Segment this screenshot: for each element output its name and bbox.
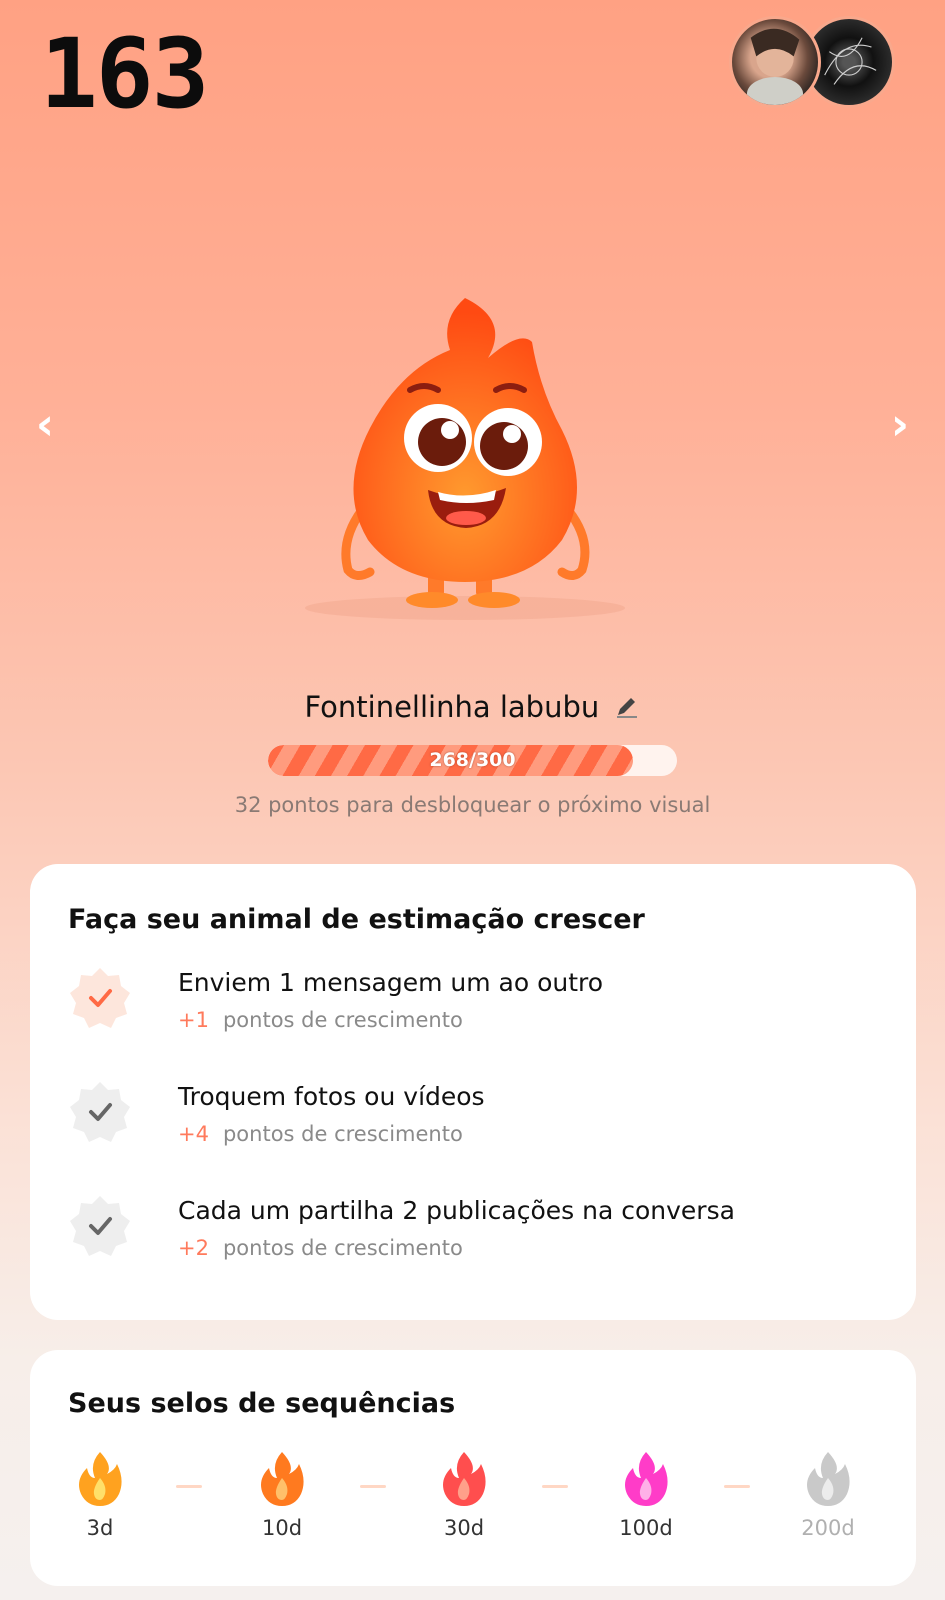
streak-badges-card: Seus selos de sequências 3d 10d 30d 100d… (30, 1350, 916, 1586)
card-title: Seus selos de sequências (68, 1388, 456, 1419)
task-points: +1 pontos de crescimento (178, 1008, 463, 1032)
avatar[interactable] (729, 16, 821, 108)
badge-connector (176, 1485, 202, 1488)
edit-pencil-icon[interactable] (614, 692, 640, 718)
pet-name-row: Fontinellinha labubu (0, 690, 945, 724)
task-title: Enviem 1 mensagem um ao outro (178, 968, 604, 997)
task-title: Cada um partilha 2 publicações na conver… (178, 1196, 735, 1225)
flame-icon (261, 1452, 304, 1506)
badge-200d[interactable]: 200d (778, 1450, 878, 1540)
streak-count: 163 (40, 18, 209, 130)
checkmark-badge-icon (70, 1082, 130, 1142)
progress-hint: 32 pontos para desbloquear o próximo vis… (234, 793, 711, 817)
badge-label: 10d (261, 1516, 303, 1540)
points-label: pontos de crescimento (222, 1236, 463, 1260)
flame-icon (79, 1452, 122, 1506)
points-value: +4 (178, 1122, 209, 1146)
points-label: pontos de crescimento (222, 1122, 463, 1146)
flame-icon (807, 1452, 850, 1506)
points-value: +2 (178, 1236, 209, 1260)
badge-label: 200d (801, 1516, 855, 1540)
badge-label: 100d (619, 1516, 673, 1540)
badge-3d[interactable]: 3d (50, 1450, 150, 1540)
pet-name: Fontinellinha labubu (304, 690, 600, 724)
card-title: Faça seu animal de estimação crescer (68, 904, 645, 935)
checkmark-badge-icon (70, 1196, 130, 1256)
avatar-group[interactable] (729, 16, 895, 110)
task-item: Cada um partilha 2 publicações na conver… (66, 1192, 886, 1272)
grow-pet-card: Faça seu animal de estimação crescer Env… (30, 864, 916, 1320)
flame-icon (625, 1452, 668, 1506)
task-item: Enviem 1 mensagem um ao outro +1 pontos d… (66, 964, 886, 1044)
task-item: Troquem fotos ou vídeos +4 pontos de cres… (66, 1078, 886, 1158)
growth-progress-bar: 268/300 (268, 745, 677, 776)
badge-10d[interactable]: 10d (232, 1450, 332, 1540)
badge-label: 3d (86, 1516, 114, 1540)
task-points: +2 pontos de crescimento (178, 1236, 463, 1260)
next-arrow-icon[interactable]: › (880, 403, 920, 447)
badge-label: 30d (443, 1516, 485, 1540)
progress-label: 268/300 (429, 749, 516, 771)
previous-arrow-icon[interactable]: ‹ (25, 403, 65, 447)
points-value: +1 (178, 1008, 209, 1032)
checkmark-badge-icon (70, 968, 130, 1028)
task-title: Troquem fotos ou vídeos (178, 1082, 485, 1111)
pet-illustration (300, 290, 640, 630)
task-points: +4 pontos de crescimento (178, 1122, 463, 1146)
badge-connector (724, 1485, 750, 1488)
badge-connector (542, 1485, 568, 1488)
badge-30d[interactable]: 30d (414, 1450, 514, 1540)
badge-100d[interactable]: 100d (596, 1450, 696, 1540)
flame-icon (443, 1452, 486, 1506)
points-label: pontos de crescimento (222, 1008, 463, 1032)
badge-connector (360, 1485, 386, 1488)
